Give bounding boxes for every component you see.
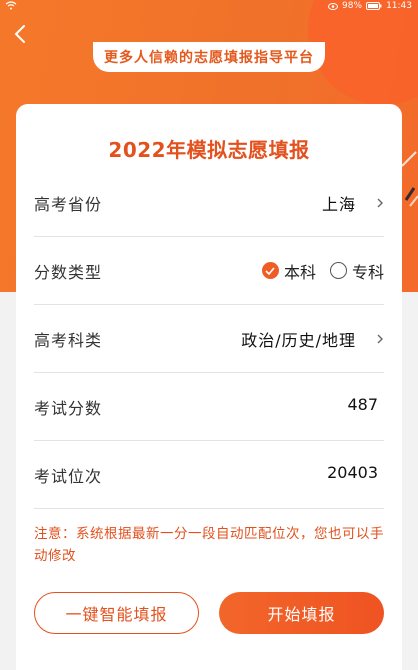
note-text: 注意：系统根据最新一分一段自动匹配位次，您也可以手动修改 — [34, 526, 384, 564]
subjects-value: 政治/历史/地理 — [241, 330, 356, 350]
province-selector[interactable]: 上海 — [322, 191, 384, 215]
radio-unchecked-icon — [329, 262, 347, 279]
rank-row: 考试位次 20403 — [34, 441, 384, 509]
slogan-banner: 更多人信赖的志愿填报指导平台 — [93, 42, 325, 72]
status-bar: 98% 11:43 — [0, 0, 418, 14]
radio-vocational-label: 专科 — [351, 262, 384, 282]
clock: 11:43 — [386, 1, 412, 11]
rank-label: 考试位次 — [34, 466, 103, 486]
radio-undergraduate-label: 本科 — [283, 262, 316, 282]
chevron-left-icon — [14, 25, 25, 43]
battery-icon — [366, 2, 382, 10]
subjects-row[interactable]: 高考科类 政治/历史/地理 — [34, 305, 384, 373]
subjects-selector[interactable]: 政治/历史/地理 — [241, 327, 384, 351]
eye-icon — [328, 2, 339, 10]
battery-percent: 98% — [342, 1, 363, 11]
province-row[interactable]: 高考省份 上海 — [34, 169, 384, 237]
page-title: 2022年模拟志愿填报 — [108, 138, 310, 162]
subjects-label: 高考科类 — [34, 330, 103, 350]
radio-checked-icon — [261, 262, 279, 279]
start-fill-button[interactable]: 开始填报 — [219, 592, 384, 634]
form-card: 2022年模拟志愿填报 高考省份 上海 分数类型 本科 专科 高考科类 政治/历… — [16, 104, 402, 670]
back-button[interactable] — [8, 20, 32, 48]
radio-vocational[interactable]: 专科 — [329, 259, 384, 283]
action-buttons: 一键智能填报 开始填报 — [34, 592, 384, 634]
province-label: 高考省份 — [34, 194, 103, 214]
smart-fill-button[interactable]: 一键智能填报 — [34, 592, 199, 634]
province-value: 上海 — [321, 194, 356, 214]
score-input[interactable]: 487 — [347, 395, 378, 414]
wifi-icon — [5, 1, 17, 10]
chevron-right-icon — [377, 334, 383, 343]
rank-input[interactable]: 20403 — [327, 463, 378, 482]
status-right: 98% 11:43 — [328, 1, 412, 11]
score-type-row: 分数类型 本科 专科 — [34, 237, 384, 305]
radio-undergraduate[interactable]: 本科 — [261, 259, 316, 283]
score-type-radio-group: 本科 专科 — [261, 259, 384, 283]
status-left — [5, 1, 17, 10]
score-type-label: 分数类型 — [34, 262, 103, 282]
chevron-right-icon — [377, 198, 383, 207]
score-label: 考试分数 — [34, 398, 103, 418]
score-row: 考试分数 487 — [34, 373, 384, 441]
